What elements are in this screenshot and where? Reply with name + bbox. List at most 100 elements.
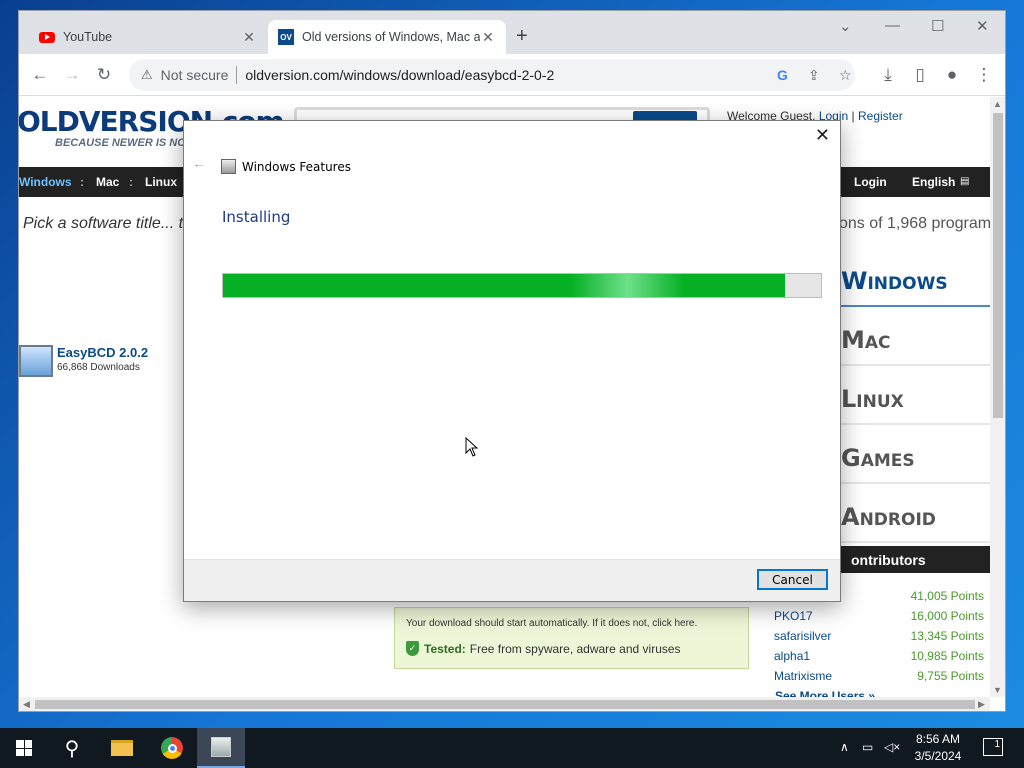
chrome-icon[interactable] (148, 728, 196, 768)
youtube-icon (39, 29, 55, 45)
google-icon[interactable]: G (777, 67, 788, 83)
reload-icon[interactable]: ↻ (93, 64, 115, 86)
oldversion-icon: OV (278, 29, 294, 45)
windows-logo-icon (16, 740, 32, 756)
tab-search-icon[interactable]: ⌄ (839, 17, 852, 35)
tested-text: Free from spyware, adware and viruses (469, 641, 681, 656)
progress-fill (223, 274, 786, 297)
taskbar: ⚲ ∧ ▭ ◁× 8:56 AM 3/5/2024 1 (0, 728, 1024, 768)
contributor-points: 9,755 Points (917, 669, 984, 683)
menu-icon[interactable]: ⋮ (973, 64, 995, 86)
contributors-heading: ontributors (837, 546, 990, 573)
network-icon[interactable]: ▭ (862, 740, 873, 754)
tab-title: Old versions of Windows, Mac an (302, 30, 480, 44)
close-window-button[interactable]: ✕ (976, 17, 989, 35)
nav-separator: : (80, 175, 84, 189)
scroll-left-icon[interactable]: ◀ (23, 699, 30, 710)
windows-features-dialog: ✕ ← Windows Features Installing Cancel (183, 120, 841, 602)
nav-linux[interactable]: Linux (145, 175, 177, 189)
contributor-row: Matrixisme 9,755 Points (774, 669, 984, 683)
contributor-row: alpha1 10,985 Points (774, 649, 984, 663)
us-flag-icon: ▤ (960, 176, 970, 187)
contributor-name[interactable]: Matrixisme (774, 669, 832, 683)
windows-features-icon (221, 159, 236, 174)
volume-muted-icon[interactable]: ◁× (884, 740, 900, 754)
mouse-cursor-icon (465, 437, 479, 457)
contributor-points: 10,985 Points (910, 649, 984, 663)
side-panel-icon[interactable]: ▯ (909, 64, 931, 86)
scrollbar-thumb[interactable] (35, 700, 975, 709)
platform-android[interactable]: Android (837, 493, 990, 543)
software-item[interactable]: EasyBCD 2.0.2 66,868 Downloads (19, 345, 148, 377)
contributor-row: PKO17 16,000 Points (774, 609, 984, 623)
maximize-button[interactable]: ☐ (931, 17, 944, 35)
platform-linux[interactable]: Linux (837, 375, 990, 425)
contributor-points: 13,345 Points (910, 629, 984, 643)
tab-title: YouTube (63, 30, 113, 44)
scrollbar-thumb[interactable] (993, 113, 1003, 418)
pick-prompt: Pick a software title... t (23, 215, 184, 232)
download-icon[interactable]: ⤓ (877, 64, 899, 86)
share-icon[interactable]: ⇪ (808, 67, 820, 84)
clock-time: 8:56 AM (915, 732, 961, 746)
search-icon[interactable]: ⚲ (48, 728, 96, 768)
tab-strip: YouTube ✕ OV Old versions of Windows, Ma… (19, 11, 1005, 54)
nav-separator: : (129, 175, 133, 189)
dialog-close-icon[interactable]: ✕ (815, 125, 830, 146)
bookmark-star-icon[interactable]: ☆ (839, 67, 852, 84)
clock-date: 3/5/2024 (914, 749, 962, 763)
download-notice: Your download should start automatically… (394, 607, 749, 669)
system-clock[interactable]: 8:56 AM 3/5/2024 (908, 731, 968, 765)
dialog-footer: Cancel (184, 559, 840, 601)
new-tab-button[interactable]: + (516, 25, 528, 48)
tested-line: ✓ Tested: Free from spyware, adware and … (406, 641, 681, 656)
download-message[interactable]: Your download should start automatically… (406, 618, 697, 629)
platform-games[interactable]: Games (837, 434, 990, 484)
profile-icon[interactable]: ● (941, 64, 963, 86)
dialog-title: Windows Features (242, 160, 351, 174)
software-name[interactable]: EasyBCD 2.0.2 (57, 345, 148, 360)
platform-mac[interactable]: Mac (837, 316, 990, 366)
warning-icon[interactable]: ⚠ (141, 67, 153, 83)
file-explorer-icon[interactable] (98, 728, 146, 768)
show-hidden-icons-chevron-icon[interactable]: ∧ (840, 740, 849, 754)
nav-windows[interactable]: Windows (19, 175, 72, 189)
vertical-scrollbar[interactable]: ▲ ▼ (990, 97, 1005, 697)
address-bar[interactable]: ⚠ Not secure oldversion.com/windows/down… (129, 59, 855, 91)
contributor-name[interactable]: safarisilver (774, 629, 831, 643)
back-icon[interactable]: ← (29, 64, 51, 86)
horizontal-scrollbar[interactable]: ◀ ▶ (19, 697, 990, 711)
scroll-down-icon[interactable]: ▼ (993, 685, 1002, 695)
versions-count: ons of 1,968 program (839, 215, 990, 232)
install-progress-bar (222, 273, 822, 298)
tab-youtube[interactable]: YouTube ✕ (29, 20, 267, 54)
back-arrow-icon[interactable]: ← (192, 155, 206, 171)
nav-login[interactable]: Login (854, 175, 887, 189)
divider (236, 66, 238, 84)
security-label[interactable]: Not secure (161, 67, 229, 83)
contributor-points: 16,000 Points (910, 609, 984, 623)
site-tagline: BECAUSE NEWER IS NOT (55, 137, 193, 149)
scroll-up-icon[interactable]: ▲ (993, 99, 1002, 109)
contributor-name[interactable]: PKO17 (774, 609, 813, 623)
tab-close-icon[interactable]: ✕ (241, 29, 257, 46)
scroll-right-icon[interactable]: ▶ (978, 699, 985, 710)
contributor-points: 41,005 Points (910, 589, 984, 603)
see-more-users-link[interactable]: See More Users » (775, 689, 875, 697)
register-link[interactable]: Register (858, 109, 903, 123)
tab-oldversion[interactable]: OV Old versions of Windows, Mac an ✕ (268, 20, 506, 54)
tested-label: Tested: (424, 641, 466, 656)
minimize-button[interactable]: — (885, 17, 900, 34)
contributor-name[interactable]: alpha1 (774, 649, 810, 663)
notification-center-icon[interactable]: 1 (983, 738, 1003, 756)
url-text[interactable]: oldversion.com/windows/download/easybcd-… (245, 67, 554, 83)
windows-features-taskbar-icon[interactable] (197, 728, 245, 768)
platform-windows[interactable]: Windows (837, 257, 990, 307)
contributor-row: safarisilver 13,345 Points (774, 629, 984, 643)
forward-icon[interactable]: → (61, 64, 83, 86)
nav-mac[interactable]: Mac (96, 175, 119, 189)
cancel-button[interactable]: Cancel (757, 569, 828, 590)
tab-close-icon[interactable]: ✕ (480, 29, 496, 46)
nav-language[interactable]: English (912, 175, 955, 189)
start-button[interactable] (0, 728, 48, 768)
